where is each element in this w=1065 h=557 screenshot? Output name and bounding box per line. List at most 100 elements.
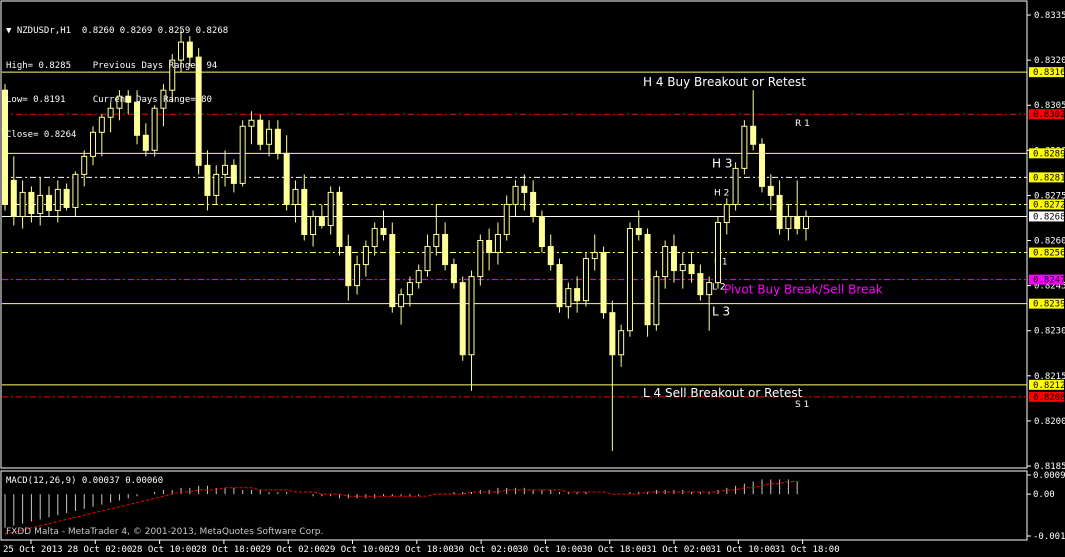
candle-body — [248, 119, 255, 127]
x-tick-label: 28 Oct 02:00 — [67, 545, 132, 555]
candle-body — [477, 240, 484, 278]
candle-body — [794, 215, 801, 229]
candle-body — [37, 194, 44, 214]
candle-body — [415, 270, 422, 284]
candle-body — [547, 246, 554, 266]
level-tag-label: 0.8316 — [1033, 68, 1065, 78]
candle-body — [635, 227, 642, 236]
curr-range-text: Current Days Range= 80 — [92, 95, 212, 105]
level-tag-label: 0.8208 — [1033, 393, 1065, 403]
x-tick-label: 31 Oct 02:00 — [646, 545, 711, 555]
triangle-down-icon[interactable]: ▼ — [6, 26, 11, 36]
candle-body — [19, 191, 26, 217]
candle-body — [468, 276, 475, 356]
level-text: L 3 — [712, 305, 730, 319]
candle-body — [565, 288, 572, 308]
level-text: H 4 Buy Breakout or Retest — [643, 75, 806, 89]
candle-body — [433, 234, 440, 248]
candle-body — [486, 240, 493, 254]
close-text: Close= 0.8264 — [6, 129, 77, 140]
candle-body — [785, 215, 792, 229]
candle-body — [318, 215, 325, 226]
candle-body — [63, 188, 70, 208]
candle-body — [336, 191, 343, 248]
candle-body — [283, 152, 290, 205]
level-text: R 1 — [795, 119, 810, 129]
candle-body — [503, 203, 510, 236]
x-tick-label: 31 Oct 18:00 — [775, 545, 840, 555]
level-text: S 1 — [795, 400, 809, 410]
y-tick-label: 0.8335 — [1034, 11, 1065, 21]
candle-body — [538, 215, 545, 248]
symbol-info: ▼ NZDUSDr,H1 0.8260 0.8269 0.8259 0.8268… — [6, 3, 228, 153]
y-tick-label: 0.8320 — [1034, 56, 1065, 66]
candle-body — [600, 252, 607, 314]
candle-body — [54, 188, 61, 211]
x-tick-label: 30 Oct 02:00 — [453, 545, 518, 555]
candle-body — [406, 282, 413, 296]
candle-body — [670, 246, 677, 272]
level-tag-label: 0.8302 — [1033, 110, 1065, 120]
candle-body — [450, 264, 457, 284]
candle-body — [327, 191, 334, 226]
macd-y-tick-label: -0.00199 — [1033, 532, 1065, 542]
x-tick-label: 31 Oct 10:00 — [710, 545, 775, 555]
candle-body — [512, 185, 519, 205]
candle-body — [697, 273, 704, 296]
candle-body — [679, 264, 686, 272]
candle-body — [28, 191, 35, 214]
candle-body — [398, 294, 405, 308]
candle-body — [803, 215, 809, 229]
candle-body — [362, 246, 369, 266]
candle-body — [81, 155, 88, 175]
candle-body — [239, 125, 246, 184]
high-text: High= 0.8285 — [6, 60, 72, 71]
candle-body — [723, 203, 730, 223]
candle-body — [345, 246, 352, 287]
candle-body — [521, 185, 528, 193]
candle-body — [310, 215, 317, 236]
candle-body — [10, 179, 17, 217]
candle-body — [442, 234, 449, 266]
level-tag-label: 0.8272 — [1033, 200, 1065, 210]
x-tick-label: 29 Oct 02:00 — [260, 545, 325, 555]
level-tag-label: 0.8256 — [1033, 249, 1065, 259]
candle-body — [424, 246, 431, 272]
y-tick-label: 0.8260 — [1034, 237, 1065, 247]
candle-body — [556, 264, 563, 308]
candle-body — [591, 252, 598, 260]
candle-body — [741, 125, 748, 169]
candle-body — [688, 264, 695, 275]
level-text: H 3 — [712, 156, 732, 170]
low-text: Low= 0.8191 — [6, 95, 66, 105]
candle-body — [609, 312, 616, 356]
candle-body — [618, 330, 625, 356]
level-tag-label: 0.8281 — [1033, 173, 1065, 183]
symbol-line: NZDUSDr,H1 0.8260 0.8269 0.8259 0.8268 — [16, 26, 229, 36]
macd-y-tick-label: 0.00091 — [1033, 471, 1065, 481]
x-tick-label: 30 Oct 10:00 — [517, 545, 582, 555]
level-tag-label: 0.8239 — [1033, 300, 1065, 310]
candle-body — [662, 246, 669, 278]
candle-body — [653, 276, 660, 326]
candle-body — [380, 227, 387, 236]
x-tick-label: 30 Oct 18:00 — [582, 545, 647, 555]
candle-body — [72, 173, 79, 208]
candle-body — [204, 164, 211, 196]
candle-body — [459, 282, 466, 356]
candle-body — [494, 234, 501, 254]
candle-body — [354, 264, 361, 287]
candle-body — [301, 188, 308, 236]
candle-body — [626, 227, 633, 332]
level-text: Pivot Buy Break/Sell Break — [724, 283, 883, 297]
level-text: H 2 — [714, 188, 729, 198]
x-tick-label: 28 Oct 10:00 — [132, 545, 197, 555]
y-tick-label: 0.8230 — [1034, 327, 1065, 337]
candle-body — [213, 173, 220, 196]
candle-body — [706, 282, 713, 296]
candle-body — [574, 288, 581, 302]
x-tick-label: 29 Oct 18:00 — [389, 545, 454, 555]
candle-body — [732, 167, 739, 205]
macd-label: MACD(12,26,9) 0.00037 0.00060 — [6, 476, 164, 486]
x-tick-label: 29 Oct 10:00 — [325, 545, 390, 555]
